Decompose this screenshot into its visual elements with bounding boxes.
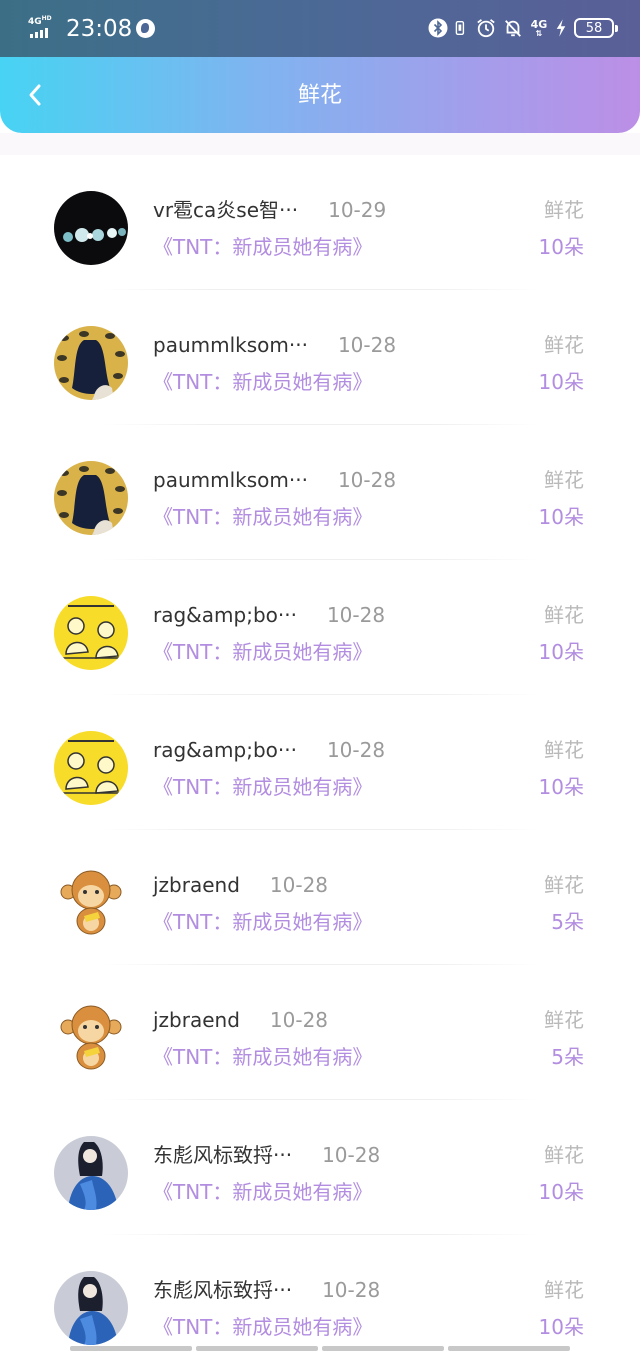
avatar[interactable] [54,866,128,940]
cell-signal-indicator: 4GHD [28,14,58,40]
avatar[interactable] [54,461,128,535]
top-app-bar: 鲜花 [0,57,640,133]
user-name[interactable]: 东彪风标致捋··· [153,1142,292,1168]
battery-icon: 58 [574,18,614,38]
signal-4g-icon: 4G ⇅ [530,19,548,38]
flower-record-list[interactable]: vr雹ca炎se智··· 10-29 《TNT：新成员她有病》 鲜花 10朵 p… [0,155,640,1370]
bottom-indicator [70,1346,570,1351]
network-generation: 4G [28,17,42,27]
book-title[interactable]: 《TNT：新成员她有病》 [153,234,372,260]
record-date: 10-28 [270,1007,328,1033]
list-item[interactable]: jzbraend 10-28 《TNT：新成员她有病》 鲜花 5朵 [0,965,640,1100]
network-hd: HD [42,15,52,22]
girl-eyes-avatar-icon [54,461,128,535]
charging-icon [555,17,567,39]
gift-amount: 10朵 [539,639,584,665]
book-title[interactable]: 《TNT：新成员她有病》 [153,369,372,395]
gift-amount: 10朵 [539,774,584,800]
blue-girl-avatar-icon [54,1136,128,1210]
alarm-icon [476,17,496,39]
battery-level: 58 [586,21,603,36]
header-spacer [0,133,640,155]
girl-eyes-avatar-icon [54,326,128,400]
list-item[interactable]: paummlksom··· 10-28 《TNT：新成员她有病》 鲜花 10朵 [0,425,640,560]
user-name[interactable]: rag&amp;bo··· [153,737,297,763]
notifications-off-icon [503,17,523,39]
book-title[interactable]: 《TNT：新成员她有病》 [153,1044,372,1070]
signal-bars-icon [30,28,48,38]
gift-type: 鲜花 [544,1142,584,1168]
book-title[interactable]: 《TNT：新成员她有病》 [153,1314,372,1340]
record-date: 10-29 [328,197,386,223]
user-name[interactable]: jzbraend [153,1007,240,1033]
book-title[interactable]: 《TNT：新成员她有病》 [153,774,372,800]
gift-type: 鲜花 [544,872,584,898]
avatar[interactable] [54,731,128,805]
record-date: 10-28 [327,602,385,628]
blue-girl-avatar-icon [54,1271,128,1345]
clock: 23:08 [66,15,132,43]
yellow-comic-avatar-icon [54,596,128,670]
bluetooth-icon [428,17,448,39]
yellow-comic-avatar-icon [54,731,128,805]
book-title[interactable]: 《TNT：新成员她有病》 [153,1179,372,1205]
record-date: 10-28 [338,332,396,358]
gift-amount: 10朵 [539,504,584,530]
user-name[interactable]: rag&amp;bo··· [153,602,297,628]
user-name[interactable]: paummlksom··· [153,332,308,358]
monkey-avatar-icon [54,866,128,940]
status-bar: 4GHD 23:08 4G ⇅ [0,0,640,58]
book-title[interactable]: 《TNT：新成员她有病》 [153,504,372,530]
network-generation-right: 4G [530,19,548,30]
gift-type: 鲜花 [544,467,584,493]
user-name[interactable]: 东彪风标致捋··· [153,1277,292,1303]
record-date: 10-28 [270,872,328,898]
record-date: 10-28 [322,1277,380,1303]
user-name[interactable]: paummlksom··· [153,467,308,493]
avatar[interactable] [54,1271,128,1345]
gift-type: 鲜花 [544,737,584,763]
book-title[interactable]: 《TNT：新成员她有病》 [153,639,372,665]
globe-icon [136,19,155,38]
record-date: 10-28 [327,737,385,763]
list-item[interactable]: paummlksom··· 10-28 《TNT：新成员她有病》 鲜花 10朵 [0,290,640,425]
list-item[interactable]: 东彪风标致捋··· 10-28 《TNT：新成员她有病》 鲜花 10朵 [0,1100,640,1235]
lights-avatar-icon [54,191,128,265]
list-item[interactable]: jzbraend 10-28 《TNT：新成员她有病》 鲜花 5朵 [0,830,640,965]
user-name[interactable]: jzbraend [153,872,240,898]
list-item[interactable]: rag&amp;bo··· 10-28 《TNT：新成员她有病》 鲜花 10朵 [0,695,640,830]
gift-amount: 10朵 [539,369,584,395]
monkey-avatar-icon [54,1001,128,1075]
gift-amount: 10朵 [539,1314,584,1340]
gift-type: 鲜花 [544,332,584,358]
book-title[interactable]: 《TNT：新成员她有病》 [153,909,372,935]
page-title: 鲜花 [0,81,640,111]
gift-type: 鲜花 [544,1277,584,1303]
avatar[interactable] [54,1001,128,1075]
record-date: 10-28 [338,467,396,493]
status-icons: 4G ⇅ 58 [428,17,614,39]
gift-type: 鲜花 [544,197,584,223]
gift-amount: 10朵 [539,234,584,260]
gift-type: 鲜花 [544,1007,584,1033]
gift-amount: 10朵 [539,1179,584,1205]
gift-type: 鲜花 [544,602,584,628]
record-date: 10-28 [322,1142,380,1168]
avatar[interactable] [54,1136,128,1210]
vibrate-icon [455,17,469,39]
gift-amount: 5朵 [551,1044,584,1070]
avatar[interactable] [54,596,128,670]
gift-amount: 5朵 [551,909,584,935]
avatar[interactable] [54,191,128,265]
list-item[interactable]: vr雹ca炎se智··· 10-29 《TNT：新成员她有病》 鲜花 10朵 [0,155,640,290]
list-item[interactable]: rag&amp;bo··· 10-28 《TNT：新成员她有病》 鲜花 10朵 [0,560,640,695]
avatar[interactable] [54,326,128,400]
user-name[interactable]: vr雹ca炎se智··· [153,197,298,223]
